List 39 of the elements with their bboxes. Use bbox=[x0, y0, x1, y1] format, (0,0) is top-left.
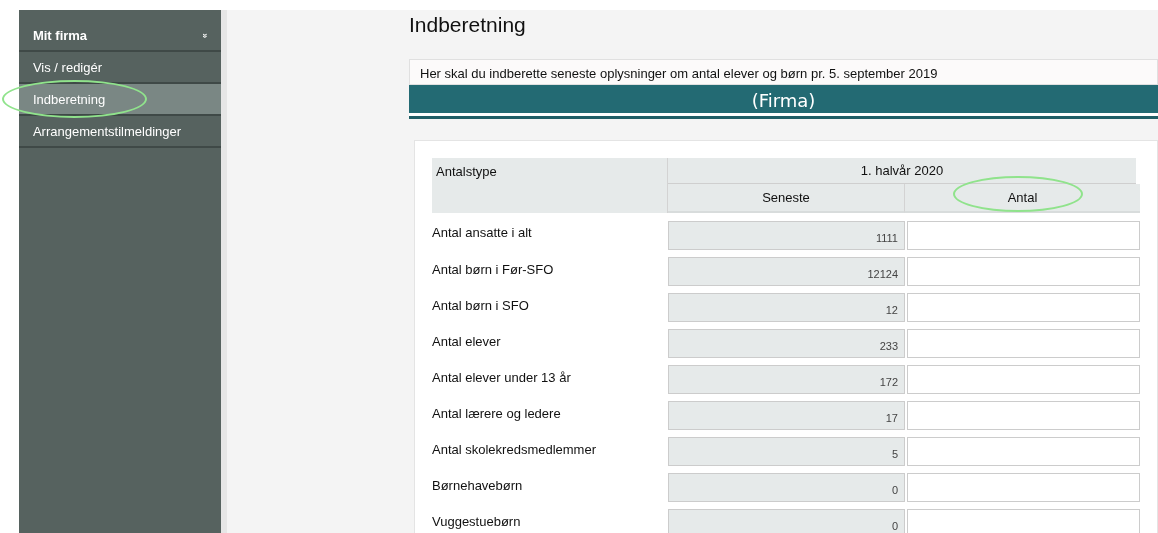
latest-value-field: 5 bbox=[668, 437, 905, 466]
count-input[interactable] bbox=[907, 473, 1140, 502]
count-input[interactable] bbox=[907, 293, 1140, 322]
row-label: Antal skolekredsmedlemmer bbox=[432, 441, 597, 459]
column-header: Antalstype bbox=[432, 158, 668, 213]
sidebar-item[interactable]: Indberetning bbox=[18, 84, 221, 116]
row-label: Antal elever bbox=[432, 333, 502, 351]
row-label: Børnehavebørn bbox=[432, 477, 524, 495]
sidebar-heading[interactable]: Mit firma » bbox=[18, 22, 221, 52]
latest-value-field: 0 bbox=[668, 473, 905, 502]
notice-text: Her skal du indberette seneste oplysninger om antal elever og børn pr. 5. september 2019 bbox=[409, 59, 1158, 85]
column-header: Antal bbox=[905, 183, 1140, 213]
collapse-icon[interactable]: » bbox=[197, 33, 212, 39]
latest-value-field: 17 bbox=[668, 401, 905, 430]
page-title: Indberetning bbox=[409, 12, 527, 38]
latest-value-field: 1111 bbox=[668, 221, 905, 250]
count-input[interactable] bbox=[907, 509, 1140, 533]
row-label: Vuggestuebørn bbox=[432, 513, 522, 531]
count-input[interactable] bbox=[907, 365, 1140, 394]
latest-value-field: 233 bbox=[668, 329, 905, 358]
count-input[interactable] bbox=[907, 329, 1140, 358]
row-label: Antal børn i Før-SFO bbox=[432, 261, 555, 279]
latest-value-field: 12 bbox=[668, 293, 905, 322]
count-input[interactable] bbox=[907, 221, 1140, 250]
latest-value-field: 0 bbox=[668, 509, 905, 533]
latest-value-field: 172 bbox=[668, 365, 905, 394]
column-header: Seneste bbox=[668, 183, 905, 213]
company-banner: (Firma) bbox=[409, 85, 1158, 116]
row-label: Antal lærere og ledere bbox=[432, 405, 562, 423]
row-label: Antal børn i SFO bbox=[432, 297, 530, 315]
row-label: Antal ansatte i alt bbox=[432, 224, 533, 242]
count-input[interactable] bbox=[907, 257, 1140, 286]
count-input[interactable] bbox=[907, 437, 1140, 466]
section-title: Mit firma bbox=[32, 27, 88, 46]
column-header: 1. halvår 2020 bbox=[668, 158, 1136, 184]
count-input[interactable] bbox=[907, 401, 1140, 430]
sidebar-item[interactable]: Arrangementstilmeldinger bbox=[18, 116, 221, 148]
row-label: Antal elever under 13 år bbox=[432, 369, 572, 387]
latest-value-field: 12124 bbox=[668, 257, 905, 286]
